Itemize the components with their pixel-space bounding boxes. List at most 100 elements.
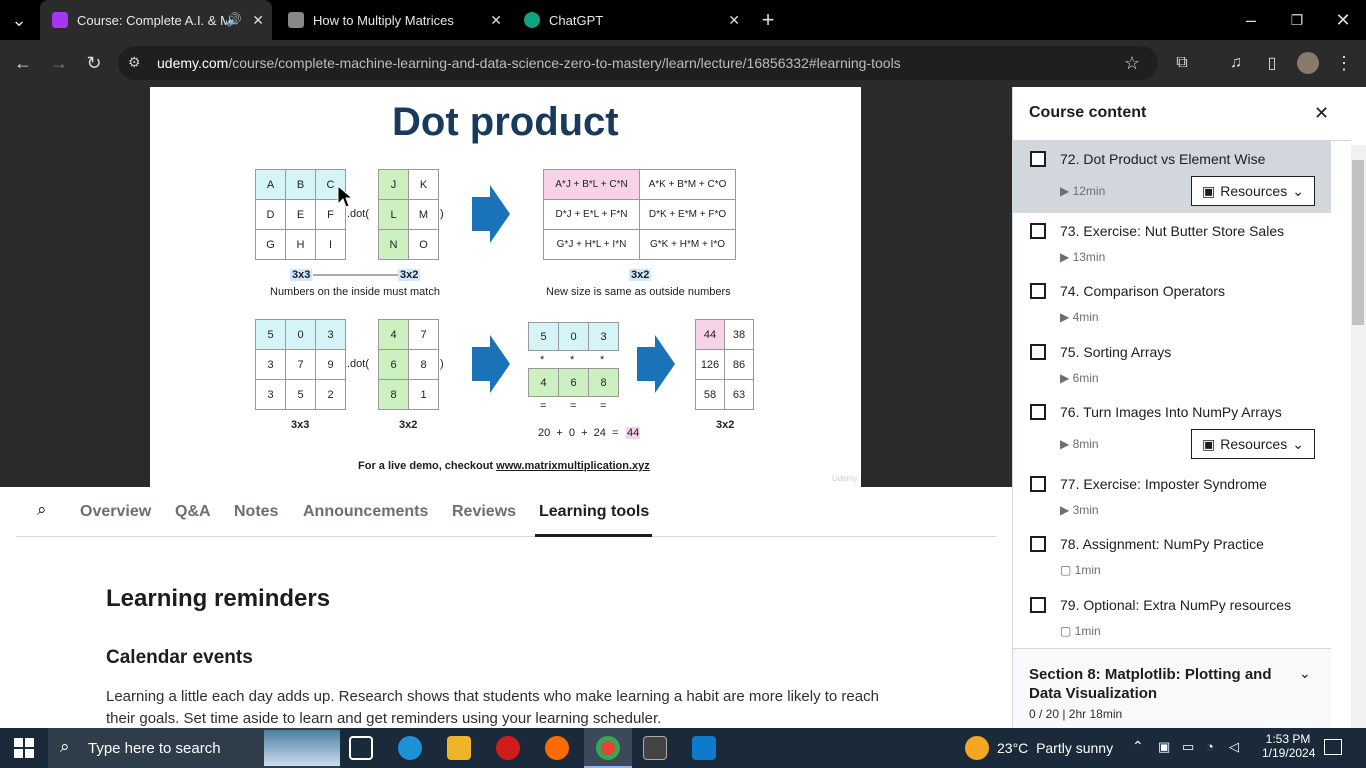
menu-icon[interactable]: ⋮	[1329, 48, 1359, 78]
curriculum-item-79[interactable]: 79. Optional: Extra NumPy resources ▢ 1m…	[1013, 587, 1331, 647]
size-3x2-bottom: 3x2	[399, 419, 418, 431]
vscode-icon[interactable]	[692, 736, 716, 760]
clock[interactable]: 1:53 PM 1/19/2024	[1262, 732, 1315, 760]
close-tab-icon[interactable]: ✕	[728, 12, 740, 29]
tab-chatgpt[interactable]: ChatGPT ✕	[512, 0, 748, 40]
lecture-duration: ▶ 3min	[1060, 503, 1099, 517]
close-tab-icon[interactable]: ✕	[490, 12, 502, 29]
watermark: Udemy	[832, 474, 858, 483]
back-icon[interactable]: ←	[8, 48, 38, 78]
lecture-duration: ▶ 13min	[1060, 250, 1106, 264]
inside-caption: Numbers on the inside must match	[270, 286, 440, 298]
curriculum-item-78[interactable]: 78. Assignment: NumPy Practice ▢ 1min	[1013, 526, 1331, 586]
curriculum-item-74[interactable]: 74. Comparison Operators ▶ 4min	[1013, 273, 1331, 333]
wifi-icon[interactable]: ◔	[1206, 739, 1214, 754]
notification-icon[interactable]	[1324, 739, 1342, 755]
completion-checkbox[interactable]	[1030, 283, 1046, 299]
curriculum-item-76[interactable]: 76. Turn Images Into NumPy Arrays ▶ 8min…	[1013, 394, 1331, 466]
bookmark-star-icon[interactable]: ☆	[1117, 48, 1147, 78]
chevron-down-icon[interactable]: ⌄	[1299, 665, 1311, 682]
completion-checkbox[interactable]	[1030, 536, 1046, 552]
url-text[interactable]: udemy.com/course/complete-machine-learni…	[157, 55, 901, 71]
curriculum-item-77[interactable]: 77. Exercise: Imposter Syndrome ▶ 3min	[1013, 466, 1331, 526]
size-3x2-label: 3x2	[398, 269, 421, 281]
search-icon[interactable]: ⌕	[37, 500, 47, 520]
completion-checkbox[interactable]	[1030, 151, 1046, 167]
tab-announcements[interactable]: Announcements	[303, 503, 428, 521]
completion-checkbox[interactable]	[1030, 223, 1046, 239]
site-info-icon[interactable]: ⚙	[128, 54, 141, 71]
lecture-title: 72. Dot Product vs Element Wise	[1060, 151, 1266, 167]
lecture-duration: ▢ 1min	[1060, 563, 1101, 577]
terminal-icon[interactable]	[643, 736, 667, 760]
soundcloud-icon[interactable]	[545, 736, 569, 760]
tab-matrices[interactable]: How to Multiply Matrices ✕	[276, 0, 510, 40]
multiply-sign: *	[570, 354, 575, 366]
taskbar-search-placeholder: Type here to search	[88, 740, 221, 757]
lecture-title: 77. Exercise: Imposter Syndrome	[1060, 476, 1267, 492]
completion-checkbox[interactable]	[1030, 476, 1046, 492]
slide-diagram	[313, 185, 675, 393]
close-sidebar-icon[interactable]: ✕	[1314, 103, 1329, 124]
windows-start-icon[interactable]	[14, 738, 34, 758]
result-matrix: 44 38 126 86 58 63	[695, 319, 754, 410]
lecture-duration: ▶ 6min	[1060, 371, 1099, 385]
close-window-icon[interactable]: ✕	[1328, 5, 1358, 35]
demo-link[interactable]: www.matrixmultiplication.xyz	[496, 460, 650, 472]
outside-caption: New size is same as outside numbers	[546, 286, 731, 298]
equals-sign: =	[540, 400, 547, 412]
curriculum-item-75[interactable]: 75. Sorting Arrays ▶ 6min	[1013, 334, 1331, 394]
task-view-icon[interactable]	[349, 736, 373, 760]
column-vector: 468	[528, 368, 619, 397]
tab-learning-tools[interactable]: Learning tools	[539, 503, 649, 521]
new-tab-icon[interactable]: +	[753, 5, 783, 35]
minimize-icon[interactable]: –	[1236, 5, 1266, 35]
arrow-shape-2	[472, 335, 510, 393]
lecture-duration: ▶ 12min	[1060, 184, 1106, 198]
opera-icon[interactable]	[496, 736, 520, 760]
volume-icon[interactable]: ◁	[1229, 739, 1239, 755]
result-size-label: 3x2	[629, 269, 652, 281]
media-control-icon[interactable]: ♫	[1221, 48, 1251, 78]
resources-button[interactable]: ▣ Resources ⌄	[1191, 429, 1315, 459]
chrome-icon[interactable]	[596, 736, 620, 760]
battery-icon[interactable]: ▭	[1182, 739, 1194, 755]
search-icon: ⌕	[60, 737, 70, 756]
close-tab-icon[interactable]: ✕	[252, 12, 264, 29]
edge-icon[interactable]	[398, 736, 422, 760]
restore-icon[interactable]: ❐	[1282, 5, 1312, 35]
speaker-icon[interactable]: 🔊	[226, 12, 242, 28]
completion-checkbox[interactable]	[1030, 344, 1046, 360]
tab-notes[interactable]: Notes	[234, 503, 278, 521]
weather-icon[interactable]	[965, 736, 989, 760]
completion-checkbox[interactable]	[1030, 404, 1046, 420]
file-explorer-icon[interactable]	[447, 736, 471, 760]
side-panel-icon[interactable]: ▯	[1257, 48, 1287, 78]
page-favicon	[288, 12, 304, 28]
curriculum-item-72[interactable]: 72. Dot Product vs Element Wise ▶ 12min …	[1013, 141, 1331, 213]
weather-text[interactable]: 23°C Partly sunny	[997, 740, 1113, 756]
lecture-title: 76. Turn Images Into NumPy Arrays	[1060, 404, 1282, 420]
profile-avatar[interactable]	[1297, 52, 1319, 74]
multiply-sign: *	[600, 354, 605, 366]
forward-icon[interactable]: →	[44, 48, 74, 78]
tab-udemy[interactable]: Course: Complete A.I. & Ma 🔊 ✕	[40, 0, 272, 40]
curriculum-item-73[interactable]: 73. Exercise: Nut Butter Store Sales ▶ 1…	[1013, 213, 1331, 273]
equals-sign: =	[570, 400, 577, 412]
mouse-cursor	[337, 185, 353, 208]
resources-button[interactable]: ▣ Resources ⌄	[1191, 176, 1315, 206]
tab-search-icon[interactable]: ⌄	[4, 5, 34, 35]
completion-checkbox[interactable]	[1030, 597, 1046, 613]
section-8-header[interactable]: Section 8: Matplotlib: Plotting and Data…	[1013, 648, 1331, 728]
scrollbar-thumb[interactable]	[1352, 160, 1364, 325]
network-device-icon[interactable]: ▣	[1158, 739, 1170, 755]
dot-label: .dot(	[347, 208, 370, 220]
tab-overview[interactable]: Overview	[80, 503, 151, 521]
learning-reminders-heading: Learning reminders	[106, 585, 331, 612]
tab-qa[interactable]: Q&A	[175, 503, 211, 521]
extensions-icon[interactable]: ⧉	[1167, 48, 1197, 78]
udemy-favicon	[52, 12, 68, 28]
tab-reviews[interactable]: Reviews	[452, 503, 516, 521]
chevron-up-icon[interactable]: ⌃	[1132, 738, 1144, 755]
reload-icon[interactable]: ↻	[79, 48, 109, 78]
